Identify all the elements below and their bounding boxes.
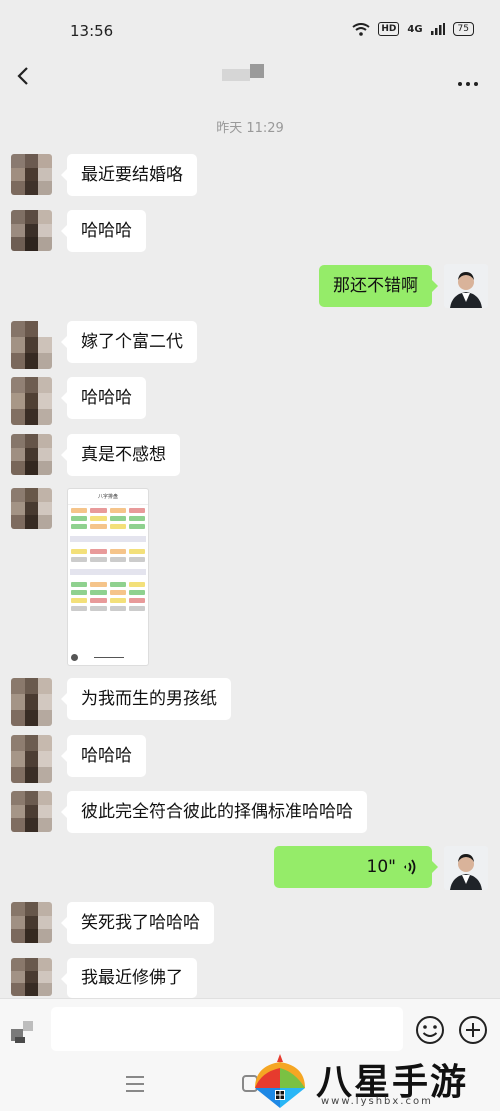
avatar[interactable] [11, 902, 52, 943]
message-bubble[interactable]: 嫁了个富二代 [61, 321, 197, 363]
emoji-icon[interactable] [414, 1014, 446, 1046]
status-icons: HD 4G 75 [352, 22, 474, 36]
message-bubble[interactable]: 真是不感想 [61, 434, 180, 476]
message-bubble[interactable]: 最近要结婚咯 [61, 154, 197, 196]
watermark: 八星手游网 www.lyshbx.com [251, 1050, 500, 1111]
image-header-text: 八字排盘 [68, 489, 148, 505]
avatar[interactable] [11, 377, 52, 425]
message-bubble[interactable]: 哈哈哈 [61, 210, 146, 252]
status-time: 13:56 [70, 22, 114, 40]
avatar[interactable] [11, 488, 52, 529]
avatar[interactable] [11, 434, 52, 475]
avatar[interactable] [11, 678, 52, 726]
battery-icon: 75 [452, 22, 474, 36]
avatar[interactable] [11, 791, 52, 832]
voice-toggle-icon[interactable] [11, 1017, 39, 1045]
avatar[interactable] [11, 210, 52, 251]
image-message-thumbnail[interactable]: 八字排盘 [67, 488, 149, 666]
signal-label: 4G [407, 23, 423, 35]
avatar[interactable] [11, 321, 52, 369]
message-bubble[interactable]: 哈哈哈 [61, 377, 146, 419]
chat-header [0, 55, 500, 100]
message-bubble[interactable]: 我最近修佛了 [61, 958, 197, 998]
message-input[interactable] [51, 1007, 403, 1051]
avatar[interactable] [11, 958, 52, 996]
message-bubble-sent[interactable]: 那还不错啊 [319, 265, 438, 307]
watermark-url: www.lyshbx.com [321, 1096, 433, 1107]
signal-icon [430, 23, 445, 35]
message-bubble[interactable]: 哈哈哈 [61, 735, 146, 777]
watermark-logo-icon [255, 1054, 305, 1108]
message-bubble[interactable]: 笑死我了哈哈哈 [61, 902, 214, 944]
chat-timestamp: 昨天 11:29 [216, 121, 284, 136]
chat-input-bar [0, 998, 500, 1058]
contact-name-pixelated[interactable] [222, 64, 264, 82]
avatar[interactable] [11, 735, 52, 783]
plus-circle-icon[interactable] [457, 1014, 489, 1046]
avatar[interactable] [11, 154, 52, 195]
voice-message-bubble[interactable]: 10" [274, 846, 438, 888]
status-bar: 13:56 HD 4G 75 [0, 0, 500, 60]
image-content [68, 505, 148, 532]
hd-badge: HD [378, 22, 400, 36]
message-bubble[interactable]: 为我而生的男孩纸 [61, 678, 231, 720]
message-bubble[interactable]: 彼此完全符合彼此的择偶标准哈哈哈 [61, 791, 367, 833]
more-dots-icon[interactable] [458, 71, 482, 86]
voice-wave-icon [404, 859, 416, 875]
avatar-self[interactable] [444, 846, 488, 890]
voice-duration: 10" [366, 857, 396, 877]
back-chevron-icon[interactable] [12, 61, 36, 91]
wifi-icon [352, 22, 370, 36]
menu-icon[interactable] [126, 1076, 144, 1092]
avatar-self[interactable] [444, 264, 488, 308]
